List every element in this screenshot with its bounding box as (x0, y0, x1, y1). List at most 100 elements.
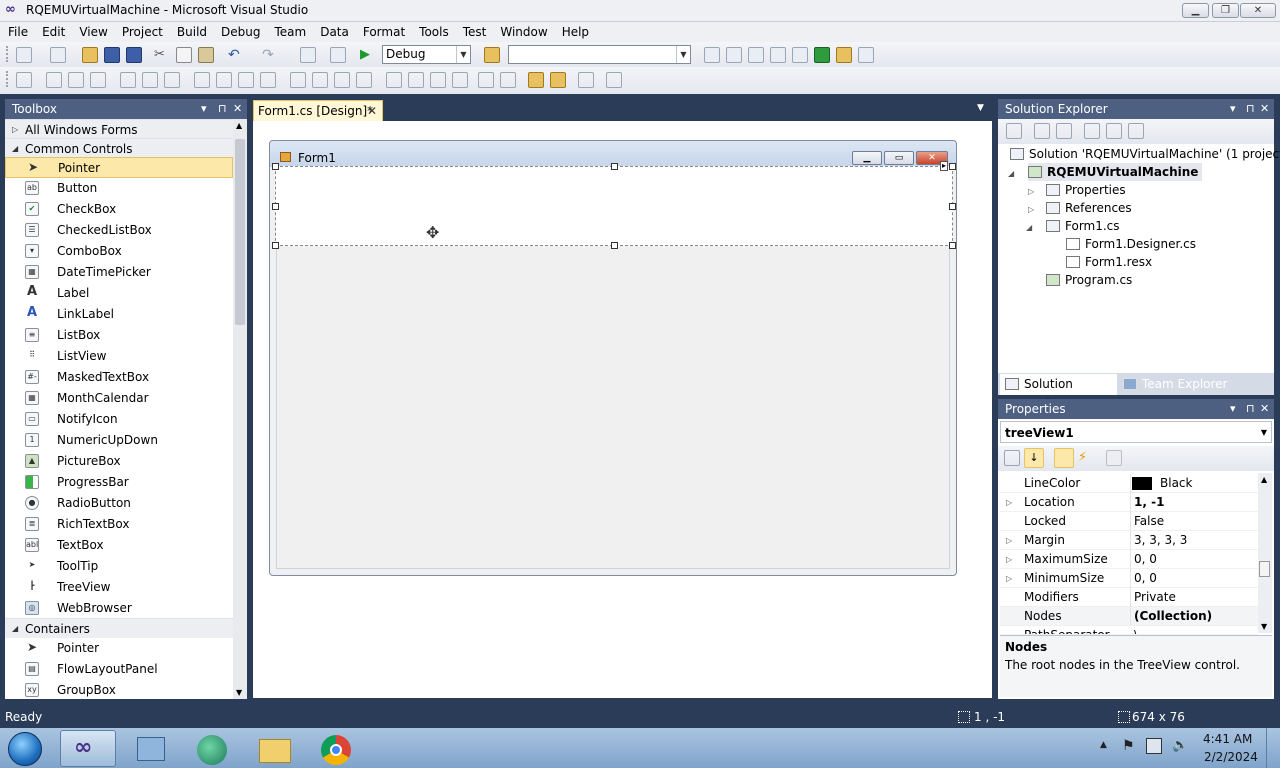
toolbox-item-datetimepicker[interactable]: ▦ DateTimePicker (5, 262, 233, 283)
menu-build[interactable]: Build (170, 22, 214, 42)
toolbar-grip[interactable] (6, 46, 9, 62)
taskbar-app-3[interactable] (184, 730, 240, 767)
tree-node-properties[interactable]: Properties (1046, 181, 1126, 199)
toolbox-item-richtextbox[interactable]: ≣ RichTextBox (5, 514, 233, 535)
toolbox-item-pointer-containers[interactable]: ➤ Pointer (5, 638, 233, 659)
expand-icon[interactable]: ▷ (1006, 493, 1012, 512)
resize-handle[interactable] (949, 203, 956, 210)
solution-explorer-icon[interactable] (704, 47, 720, 63)
toolbox-item-checkedlistbox[interactable]: ☰ CheckedListBox (5, 220, 233, 241)
scroll-down-icon[interactable]: ▼ (1261, 622, 1267, 631)
menu-window[interactable]: Window (493, 22, 554, 42)
make-same-width-icon[interactable] (194, 72, 210, 88)
active-files-dropdown-icon[interactable]: ▼ (977, 103, 984, 113)
toolbox-item-treeview[interactable]: ┣ TreeView (5, 577, 233, 598)
save-icon[interactable] (104, 47, 120, 63)
taskbar-file-explorer[interactable] (246, 730, 302, 767)
window-position-icon[interactable]: ▾ (1230, 99, 1236, 119)
property-value[interactable]: Private (1134, 588, 1176, 607)
network-icon[interactable] (1146, 738, 1162, 754)
tab-order-icon[interactable] (578, 72, 594, 88)
group-containers[interactable]: ◢ Containers (5, 618, 233, 638)
toolbox-item-flowlayoutpanel[interactable]: ▤ FlowLayoutPanel (5, 659, 233, 680)
open-file-icon[interactable] (82, 47, 98, 63)
resize-handle[interactable] (949, 163, 956, 170)
resize-handle[interactable] (272, 203, 279, 210)
close-icon[interactable]: ✕ (1260, 99, 1269, 119)
menu-test[interactable]: Test (456, 22, 494, 42)
make-horizontal-spacing-equal-icon[interactable] (290, 72, 306, 88)
volume-muted-icon[interactable]: 🔈 (1172, 738, 1188, 753)
property-value[interactable]: Black (1160, 474, 1192, 493)
copy-icon[interactable] (176, 47, 192, 63)
lock-controls-icon[interactable] (606, 72, 622, 88)
align-bottoms-icon[interactable] (164, 72, 180, 88)
property-row-maximumsize[interactable]: ▷ MaximumSize 0, 0 (1000, 550, 1258, 569)
tree-node-form1-designer[interactable]: Form1.Designer.cs (1066, 235, 1196, 253)
property-row-modifiers[interactable]: Modifiers Private (1000, 588, 1258, 607)
paste-icon[interactable] (198, 47, 214, 63)
expand-icon[interactable]: ▷ (1006, 569, 1012, 588)
solution-configuration-select[interactable]: Debug ▼ (382, 45, 471, 64)
toolbox-item-notifyicon[interactable]: ▭ NotifyIcon (5, 409, 233, 430)
make-same-size-icon[interactable] (260, 72, 276, 88)
toolbox-item-pointer[interactable]: ➤ Pointer (5, 157, 233, 178)
categorized-icon[interactable] (1004, 450, 1020, 466)
property-row-margin[interactable]: ▷ Margin 3, 3, 3, 3 (1000, 531, 1258, 550)
clock-time[interactable]: 4:41 AM (1203, 732, 1252, 746)
properties-scrollbar[interactable]: ▲ ▼ (1258, 473, 1272, 633)
view-class-diagram-icon[interactable] (1128, 123, 1144, 139)
scroll-up-icon[interactable]: ▲ (1261, 475, 1267, 484)
property-row-location[interactable]: ▷ Location 1, -1 (1000, 493, 1258, 512)
align-middles-icon[interactable] (142, 72, 158, 88)
toolbox-item-listbox[interactable]: ≡ ListBox (5, 325, 233, 346)
extension-manager-icon[interactable] (836, 47, 852, 63)
pin-icon[interactable]: ⊓ (218, 99, 227, 119)
navigate-forward-icon[interactable] (330, 47, 346, 63)
restore-button[interactable]: ❐ (1212, 3, 1239, 18)
property-value[interactable]: \ (1134, 626, 1138, 634)
property-pages-icon[interactable] (1106, 450, 1122, 466)
tree-node-references[interactable]: References (1046, 199, 1132, 217)
object-browser-icon[interactable] (748, 47, 764, 63)
navigate-backward-icon[interactable] (300, 47, 316, 63)
align-centers-icon[interactable] (68, 72, 84, 88)
scroll-down-icon[interactable]: ▼ (236, 688, 242, 697)
show-all-files-icon[interactable] (1034, 123, 1050, 139)
center-vertically-icon[interactable] (500, 72, 516, 88)
align-tops-icon[interactable] (120, 72, 136, 88)
close-tab-icon[interactable]: ✕ (367, 101, 377, 121)
menu-help[interactable]: Help (555, 22, 596, 42)
properties-icon[interactable] (1006, 123, 1022, 139)
collapse-icon[interactable]: ◢ (1026, 223, 1032, 232)
tree-node-form1-resx[interactable]: Form1.resx (1066, 253, 1152, 271)
menu-debug[interactable]: Debug (214, 22, 267, 42)
toolbox-item-monthcalendar[interactable]: ▦ MonthCalendar (5, 388, 233, 409)
property-value[interactable]: 3, 3, 3, 3 (1134, 531, 1187, 550)
taskbar-app-2[interactable] (122, 730, 178, 767)
send-to-back-icon[interactable] (550, 72, 566, 88)
toolbox-item-webbrowser[interactable]: ◎ WebBrowser (5, 598, 233, 619)
resize-handle[interactable] (611, 242, 618, 249)
scroll-up-icon[interactable]: ▲ (236, 121, 242, 130)
start-button[interactable] (2, 728, 50, 768)
add-item-icon[interactable] (50, 47, 66, 63)
find-combo[interactable]: ▼ (508, 45, 691, 64)
window-position-icon[interactable]: ▾ (1230, 399, 1236, 419)
menu-edit[interactable]: Edit (35, 22, 72, 42)
property-value[interactable]: 0, 0 (1134, 550, 1157, 569)
toolbox-item-picturebox[interactable]: ▲ PictureBox (5, 451, 233, 472)
view-designer-icon[interactable] (1106, 123, 1122, 139)
menu-project[interactable]: Project (115, 22, 170, 42)
taskbar-chrome[interactable] (308, 730, 364, 767)
show-hidden-icons-icon[interactable]: ▲ (1100, 740, 1107, 750)
pin-icon[interactable]: ⊓ (1246, 399, 1255, 419)
toolbox-item-maskedtextbox[interactable]: #- MaskedTextBox (5, 367, 233, 388)
refresh-icon[interactable] (1056, 123, 1072, 139)
menu-team[interactable]: Team (267, 22, 313, 42)
resize-handle[interactable] (611, 163, 618, 170)
view-code-icon[interactable] (1084, 123, 1100, 139)
toolbox-item-groupbox[interactable]: xy GroupBox (5, 680, 233, 699)
toolbar-grip[interactable] (6, 71, 9, 87)
toolbox-icon[interactable] (792, 47, 808, 63)
